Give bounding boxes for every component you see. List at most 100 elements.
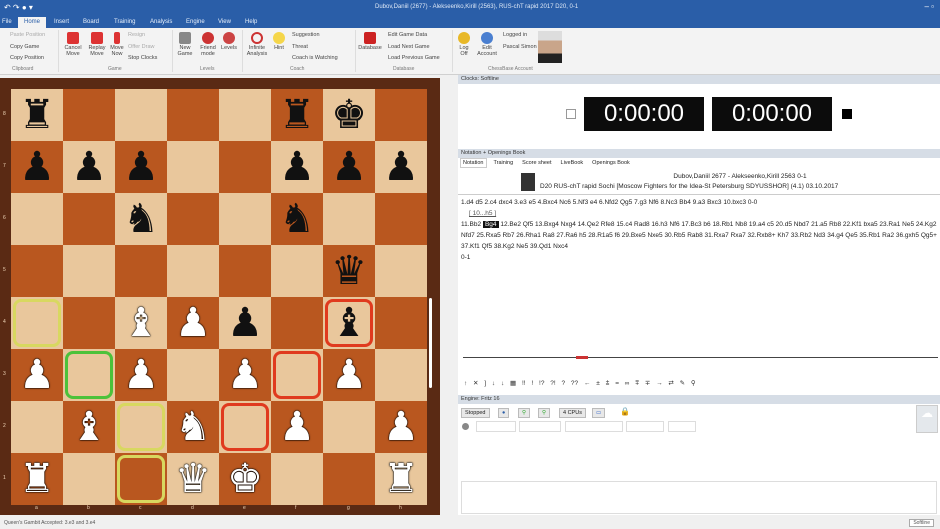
black-pawn[interactable]: ♟ [279,147,315,187]
square-f3[interactable] [271,349,323,401]
square-b7[interactable]: ♟ [63,141,115,193]
square-a5[interactable] [11,245,63,297]
tab-home[interactable]: Home [18,17,47,28]
square-c1[interactable] [115,453,167,505]
square-e8[interactable] [219,89,271,141]
square-c3[interactable]: ♟ [115,349,167,401]
square-d2[interactable]: ♞ [167,401,219,453]
square-h4[interactable] [375,297,427,349]
annotation-symbols-toolbar[interactable]: ↑ ✕ ] ↓ ↓ ▦ !! ! !? ?! ? ?? ← ± ⩲ = ∞ ⩱ … [464,379,696,388]
load-previous-game-button[interactable]: Load Previous Game [388,55,440,61]
black-pawn[interactable]: ♟ [331,147,367,187]
suggestion-button[interactable]: Suggestion [292,32,320,38]
tab-help[interactable]: Help [245,17,257,28]
tab-score-sheet[interactable]: Score sheet [520,159,553,167]
black-knight[interactable]: ♞ [123,199,159,239]
tab-training[interactable]: Training [114,17,135,28]
square-b1[interactable] [63,453,115,505]
paste-position-button[interactable]: Paste Position [10,32,45,38]
square-a2[interactable] [11,401,63,453]
square-c4[interactable]: ♝ [115,297,167,349]
edit-game-data-button[interactable]: Edit Game Data [388,32,427,38]
black-queen[interactable]: ♛ [331,251,367,291]
square-a3[interactable]: ♟ [11,349,63,401]
load-next-game-button[interactable]: Load Next Game [388,44,430,50]
square-c6[interactable]: ♞ [115,193,167,245]
tab-engine[interactable]: Engine [186,17,205,28]
engine-settings-icon[interactable]: ▭ [592,408,606,418]
square-b3[interactable] [63,349,115,401]
white-pawn[interactable]: ♟ [123,355,159,395]
timeline-position-marker[interactable] [576,356,588,359]
square-e4[interactable]: ♟ [219,297,271,349]
tab-file[interactable]: File [2,17,12,28]
square-g1[interactable] [323,453,375,505]
move[interactable]: 11.Bb2 [461,221,481,228]
square-e1[interactable]: ♚ [219,453,271,505]
lock-icon[interactable]: 🔒 [620,407,630,416]
main-line-2[interactable]: 12.Be2 Qf5 13.Bxg4 Nxg4 14.Qe2 Rfe8 15.c… [461,221,937,250]
tab-openings-book[interactable]: Openings Book [590,159,632,167]
square-a7[interactable]: ♟ [11,141,63,193]
log-off-button[interactable]: Log Off [456,32,472,57]
square-a1[interactable]: ♜ [11,453,63,505]
current-move[interactable]: Bg4 [482,221,499,228]
threat-button[interactable]: Threat [292,44,308,50]
square-e2[interactable] [219,401,271,453]
square-g8[interactable]: ♚ [323,89,375,141]
square-e3[interactable]: ♟ [219,349,271,401]
cancel-move-button[interactable]: Cancel Move [62,32,84,57]
square-a8[interactable]: ♜ [11,89,63,141]
tab-training[interactable]: Training [492,159,516,167]
white-pawn[interactable]: ♟ [227,355,263,395]
square-d3[interactable] [167,349,219,401]
move-list[interactable]: 1.d4 d5 2.c4 dxc4 3.e3 e5 4.Bxc4 Nc6 5.N… [461,197,939,263]
square-h5[interactable] [375,245,427,297]
hint-button[interactable]: Hint [272,32,286,51]
square-d8[interactable] [167,89,219,141]
square-h3[interactable] [375,349,427,401]
cloud-icon[interactable]: ☁ [916,405,938,433]
square-b6[interactable] [63,193,115,245]
zoom-out-icon[interactable]: ⚲ [538,408,551,418]
square-f6[interactable]: ♞ [271,193,323,245]
black-pawn[interactable]: ♟ [227,303,263,343]
square-g2[interactable] [323,401,375,453]
zoom-in-icon[interactable]: ⚲ [518,408,531,418]
square-h6[interactable] [375,193,427,245]
white-pawn[interactable]: ♟ [279,407,315,447]
square-c7[interactable]: ♟ [115,141,167,193]
tab-view[interactable]: View [218,17,231,28]
engine-status-button[interactable]: Stopped [461,408,490,418]
square-h8[interactable] [375,89,427,141]
game-timeline[interactable] [463,357,938,358]
square-h2[interactable]: ♟ [375,401,427,453]
square-f4[interactable] [271,297,323,349]
black-rook[interactable]: ♜ [279,95,315,135]
square-f7[interactable]: ♟ [271,141,323,193]
square-e5[interactable] [219,245,271,297]
database-button[interactable]: Database [357,32,383,51]
square-e7[interactable] [219,141,271,193]
copy-game-button[interactable]: Copy Game [10,44,39,50]
square-f5[interactable] [271,245,323,297]
friend-mode-button[interactable]: Friend mode [197,32,219,57]
square-g7[interactable]: ♟ [323,141,375,193]
chess-board[interactable]: ♜ ♜ ♚ ♟ ♟ ♟ ♟ ♟ ♟ ♞ ♞ ♛ ♝ ♟ ♟ ♝ ♟ ♟ ♟ ♟ ♝ ♞ ♟ ♟ ♜ ♛ ♚ ♜ 8 7 6 5 4 3 2 1 a b c d… [0,78,440,515]
levels-button[interactable]: Levels [220,32,238,51]
tab-analysis[interactable]: Analysis [150,17,172,28]
black-pawn[interactable]: ♟ [71,147,107,187]
square-c8[interactable] [115,89,167,141]
white-bishop[interactable]: ♝ [123,303,159,343]
variation[interactable]: [ 10...h5 ] [461,208,939,219]
tab-livebook[interactable]: LiveBook [559,159,586,167]
black-rook[interactable]: ♜ [19,95,55,135]
square-h1[interactable]: ♜ [375,453,427,505]
white-pawn[interactable]: ♟ [175,303,211,343]
white-pawn[interactable]: ♟ [19,355,55,395]
white-knight[interactable]: ♞ [175,407,211,447]
black-bishop[interactable]: ♝ [331,303,367,343]
square-a6[interactable] [11,193,63,245]
board-scrollbar[interactable] [429,298,432,388]
square-d6[interactable] [167,193,219,245]
